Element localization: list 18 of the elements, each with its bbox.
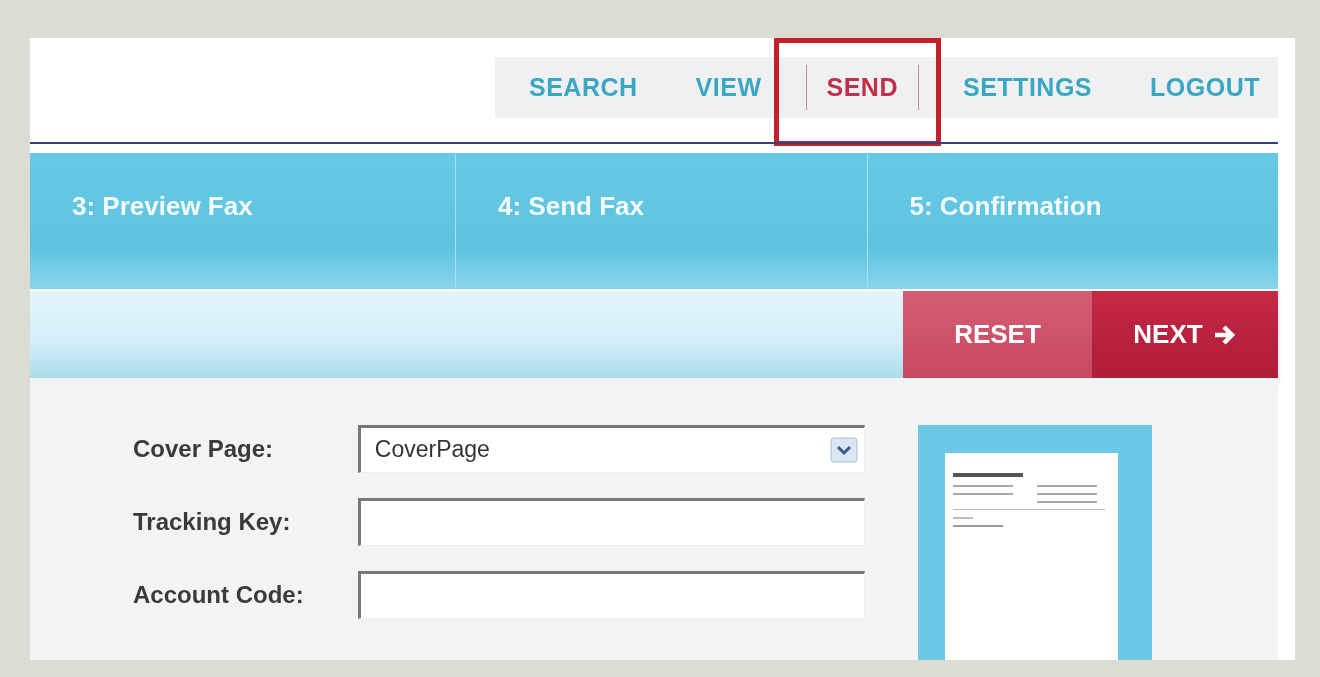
field-label: Account Code: <box>133 581 305 609</box>
step-label: 5: Confirmation <box>908 190 1103 224</box>
nav-link[interactable]: VIEW <box>681 65 776 110</box>
reset-button[interactable]: RESET <box>903 291 1092 378</box>
step-label: 4: Send Fax <box>456 153 868 290</box>
nav-link[interactable]: SETTINGS <box>949 65 1106 110</box>
field-label: Cover Page: <box>133 435 275 463</box>
field-label: Tracking Key: <box>133 508 292 536</box>
step-label: 3: Preview Fax <box>30 153 456 290</box>
input-field[interactable] <box>357 498 865 546</box>
next-button[interactable]: NEXT <box>1092 291 1278 378</box>
input-field[interactable] <box>357 571 865 619</box>
nav-link[interactable]: SEARCH <box>515 65 652 110</box>
nav-link[interactable]: SEND <box>805 65 919 110</box>
chevron-down-icon <box>830 437 858 463</box>
arrow-icon <box>1212 323 1237 346</box>
dropdown[interactable]: CoverPage <box>357 425 865 473</box>
nav-link[interactable]: LOGOUT <box>1136 65 1274 110</box>
